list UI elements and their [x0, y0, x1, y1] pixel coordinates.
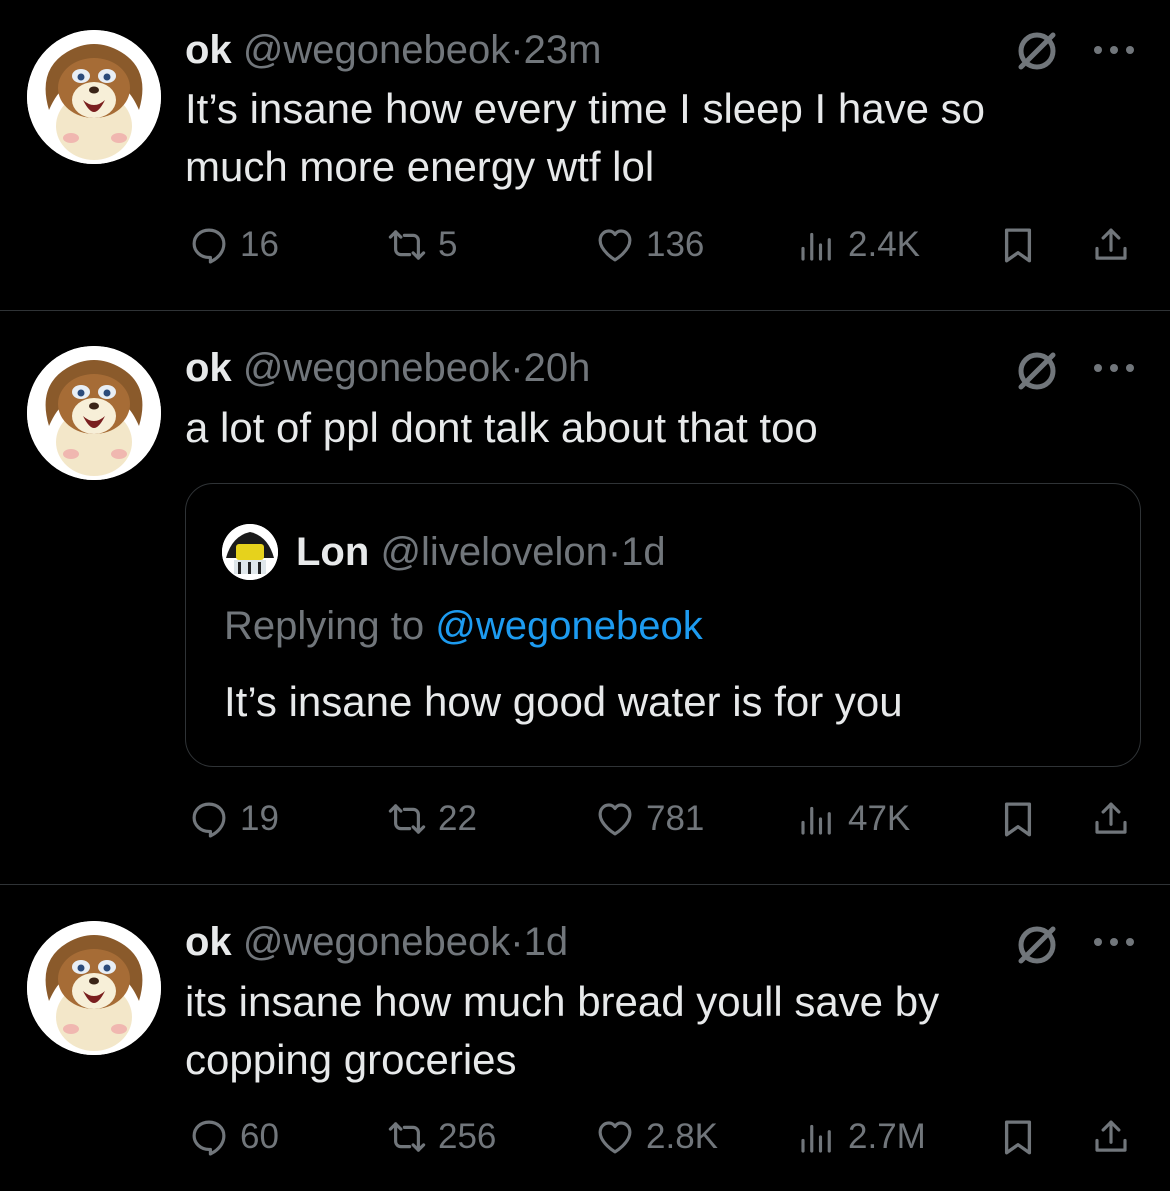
action-bar: 19 22 781 47K [0, 794, 1170, 844]
replying-to: Replying to @wegonebeok [224, 602, 703, 650]
views-bar-icon [796, 798, 838, 840]
bookmark-icon [997, 798, 1039, 840]
views-bar-icon [796, 224, 838, 266]
quote-timestamp[interactable]: 1d [621, 530, 666, 574]
reply-count: 60 [240, 1117, 279, 1156]
timestamp[interactable]: 23m [524, 28, 602, 72]
view-count: 47K [848, 799, 911, 838]
quote-text: It’s insane how good water is for you [224, 678, 903, 725]
views-button[interactable]: 47K [796, 794, 910, 844]
share-icon [1090, 1116, 1132, 1158]
heart-icon [594, 798, 636, 840]
mute-slash-icon[interactable] [1012, 346, 1062, 396]
bookmark-icon [997, 1116, 1039, 1158]
mute-slash-icon[interactable] [1012, 920, 1062, 970]
action-bar: 16 5 136 2.4K [0, 220, 1170, 270]
timestamp[interactable]: 20h [524, 346, 591, 390]
tweet-text: a lot of ppl dont talk about that too [185, 404, 818, 451]
share-button[interactable] [1090, 220, 1132, 270]
reply-count: 19 [240, 799, 279, 838]
avatar[interactable] [27, 346, 161, 480]
share-icon [1090, 224, 1132, 266]
author-name[interactable]: ok [185, 920, 232, 964]
avatar[interactable] [27, 921, 161, 1055]
like-button[interactable]: 781 [594, 794, 704, 844]
quote-author-handle[interactable]: @livelovelon [380, 530, 607, 574]
more-dots-icon[interactable] [1090, 358, 1138, 378]
reply-button[interactable]: 19 [188, 794, 279, 844]
repost-count: 22 [438, 799, 477, 838]
reply-button[interactable]: 16 [188, 220, 279, 270]
like-count: 2.8K [646, 1117, 718, 1156]
action-bar: 60 256 2.8K 2.7M [0, 1112, 1170, 1162]
separator: · [510, 346, 524, 390]
tweet-header: ok @wegonebeok·1d [185, 918, 568, 966]
repost-icon [386, 224, 428, 266]
share-button[interactable] [1090, 1112, 1132, 1162]
share-button[interactable] [1090, 794, 1132, 844]
like-count: 781 [646, 799, 705, 838]
views-button[interactable]: 2.7M [796, 1112, 926, 1162]
author-name[interactable]: ok [185, 28, 232, 72]
tweet-text: It’s insane how every time I sleep I hav… [185, 85, 985, 190]
like-button[interactable]: 2.8K [594, 1112, 718, 1162]
quoted-tweet[interactable]: Lon @livelovelon·1d Replying to @wegoneb… [185, 483, 1141, 767]
quote-author-name[interactable]: Lon [296, 530, 369, 574]
tweet-text: its insane how much bread youll save by … [185, 978, 940, 1083]
views-bar-icon [796, 1116, 838, 1158]
bookmark-icon [997, 224, 1039, 266]
tweet-header: ok @wegonebeok·23m [185, 26, 601, 74]
like-button[interactable]: 136 [594, 220, 704, 270]
separator: · [607, 530, 622, 574]
bookmark-button[interactable] [997, 1112, 1039, 1162]
repost-count: 5 [438, 225, 458, 264]
reply-bubble-icon [188, 224, 230, 266]
heart-icon [594, 224, 636, 266]
tweet-3[interactable]: ok @wegonebeok·1d its insane how much br… [0, 885, 1170, 1191]
separator: · [510, 920, 524, 964]
like-count: 136 [646, 225, 705, 264]
more-dots-icon[interactable] [1090, 40, 1138, 60]
separator: · [510, 28, 524, 72]
bookmark-button[interactable] [997, 220, 1039, 270]
author-handle[interactable]: @wegonebeok [243, 28, 510, 72]
bookmark-button[interactable] [997, 794, 1039, 844]
author-handle[interactable]: @wegonebeok [243, 346, 510, 390]
avatar[interactable] [222, 524, 278, 580]
author-name[interactable]: ok [185, 346, 232, 390]
reply-bubble-icon [188, 1116, 230, 1158]
repost-button[interactable]: 5 [386, 220, 457, 270]
reply-bubble-icon [188, 798, 230, 840]
repost-icon [386, 798, 428, 840]
share-icon [1090, 798, 1132, 840]
replying-mention-link[interactable]: @wegonebeok [435, 604, 702, 648]
repost-icon [386, 1116, 428, 1158]
author-handle[interactable]: @wegonebeok [243, 920, 510, 964]
views-button[interactable]: 2.4K [796, 220, 920, 270]
replying-label: Replying to [224, 604, 425, 648]
view-count: 2.4K [848, 225, 920, 264]
reply-count: 16 [240, 225, 279, 264]
heart-icon [594, 1116, 636, 1158]
tweet-1[interactable]: ok @wegonebeok·23m It’s insane how every… [0, 0, 1170, 311]
tweet-header: ok @wegonebeok·20h [185, 344, 590, 392]
timestamp[interactable]: 1d [524, 920, 569, 964]
repost-button[interactable]: 256 [386, 1112, 496, 1162]
repost-count: 256 [438, 1117, 497, 1156]
more-dots-icon[interactable] [1090, 932, 1138, 952]
avatar[interactable] [27, 30, 161, 164]
reply-button[interactable]: 60 [188, 1112, 279, 1162]
quote-header: Lon @livelovelon·1d [296, 528, 666, 576]
mute-slash-icon[interactable] [1012, 26, 1062, 76]
view-count: 2.7M [848, 1117, 926, 1156]
repost-button[interactable]: 22 [386, 794, 477, 844]
